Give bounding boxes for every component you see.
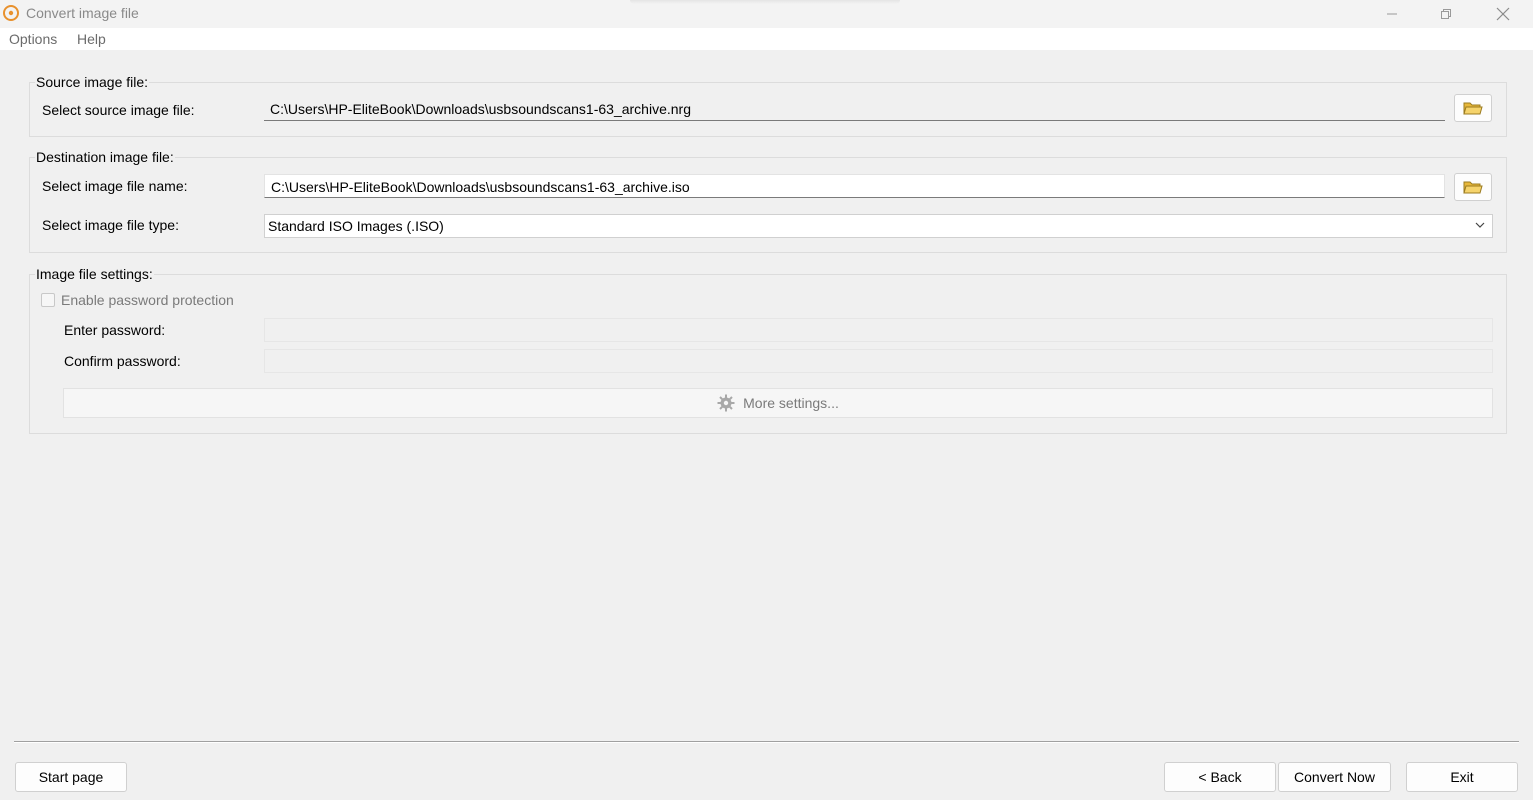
source-file-field[interactable]: C:\Users\HP-EliteBook\Downloads\usbsound… [264,97,1445,121]
more-settings-label: More settings... [743,395,839,411]
image-type-selected: Standard ISO Images (.ISO) [268,218,444,234]
chevron-down-icon [1475,222,1485,228]
source-group-title: Source image file: [35,74,150,90]
title-bar: Convert image file [0,0,1533,28]
enter-password-field[interactable] [264,318,1493,342]
window-title: Convert image file [26,5,139,21]
password-protection-label: Enable password protection [61,292,234,308]
destination-file-field[interactable]: C:\Users\HP-EliteBook\Downloads\usbsound… [264,174,1445,198]
start-page-button[interactable]: Start page [15,762,127,792]
confirm-password-field[interactable] [264,349,1493,373]
destination-type-label: Select image file type: [42,217,179,233]
destination-name-label: Select image file name: [42,178,188,194]
gear-icon [717,394,735,412]
app-disc-icon [3,5,19,21]
menu-options[interactable]: Options [9,31,57,47]
destination-group-title: Destination image file: [35,149,175,165]
enter-password-label: Enter password: [64,322,166,338]
close-button[interactable] [1480,0,1526,28]
close-icon [1496,7,1510,21]
image-type-select[interactable]: Standard ISO Images (.ISO) [264,214,1493,238]
destination-group [29,157,1507,253]
restore-icon [1441,9,1451,19]
folder-icon [1463,181,1483,194]
minimize-icon [1387,13,1397,15]
folder-icon [1463,102,1483,115]
title-bar-shadow [630,0,900,4]
password-protection-checkbox[interactable] [41,293,55,307]
back-button[interactable]: < Back [1164,762,1276,792]
more-settings-button[interactable]: More settings... [63,388,1493,418]
destination-browse-button[interactable] [1454,173,1492,201]
settings-group-title: Image file settings: [35,266,154,282]
minimize-button[interactable] [1369,0,1415,28]
menu-bar: Options Help [0,28,1533,50]
source-file-label: Select source image file: [42,102,195,118]
exit-button[interactable]: Exit [1406,762,1518,792]
confirm-password-label: Confirm password: [64,353,181,369]
restore-button[interactable] [1423,0,1469,28]
convert-now-button[interactable]: Convert Now [1278,762,1391,792]
source-browse-button[interactable] [1454,94,1492,122]
footer-separator-highlight [14,742,1519,743]
menu-help[interactable]: Help [77,31,106,47]
